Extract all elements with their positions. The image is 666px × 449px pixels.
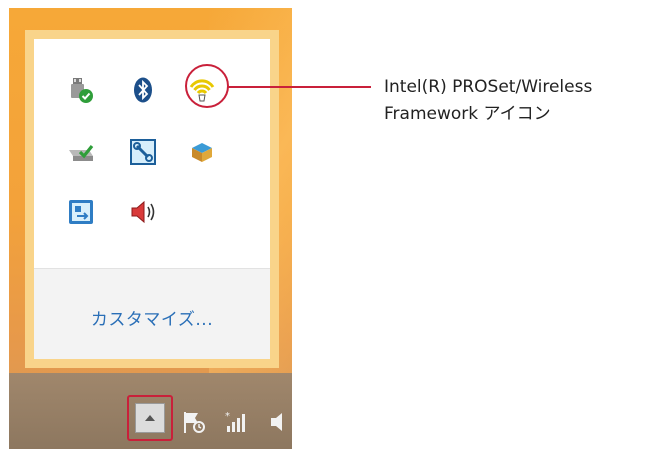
svg-text:*: * — [225, 411, 230, 422]
package-box-icon[interactable] — [185, 135, 219, 169]
volume-icon[interactable] — [265, 407, 292, 437]
show-hidden-icons-button[interactable] — [127, 395, 173, 441]
wrench-tool-icon[interactable] — [126, 135, 160, 169]
bluetooth-icon[interactable] — [126, 73, 160, 107]
network-signal-icon[interactable]: * — [221, 407, 251, 437]
usb-safe-remove-icon[interactable] — [64, 73, 98, 107]
action-center-flag-icon[interactable] — [179, 407, 209, 437]
taskbar: * — [9, 373, 292, 449]
overflow-button-face — [135, 403, 165, 433]
callout-line-1: Intel(R) PROSet/Wireless — [384, 77, 593, 97]
wireless-icon-highlight — [185, 64, 229, 108]
callout-label: Intel(R) PROSet/Wireless Framework アイコン — [384, 74, 664, 128]
customize-area: カスタマイズ... — [34, 269, 270, 359]
screenshot-region: カスタマイズ... * — [9, 8, 292, 449]
callout-line — [228, 86, 371, 88]
callout-line-2: Framework アイコン — [384, 104, 551, 124]
customize-link[interactable]: カスタマイズ... — [34, 305, 270, 330]
drive-check-icon[interactable] — [64, 135, 98, 169]
chevron-up-icon — [145, 415, 155, 421]
notification-overflow-popup: カスタマイズ... — [25, 30, 279, 368]
input-language-icon[interactable] — [64, 195, 98, 229]
speaker-volume-icon[interactable] — [126, 195, 160, 229]
